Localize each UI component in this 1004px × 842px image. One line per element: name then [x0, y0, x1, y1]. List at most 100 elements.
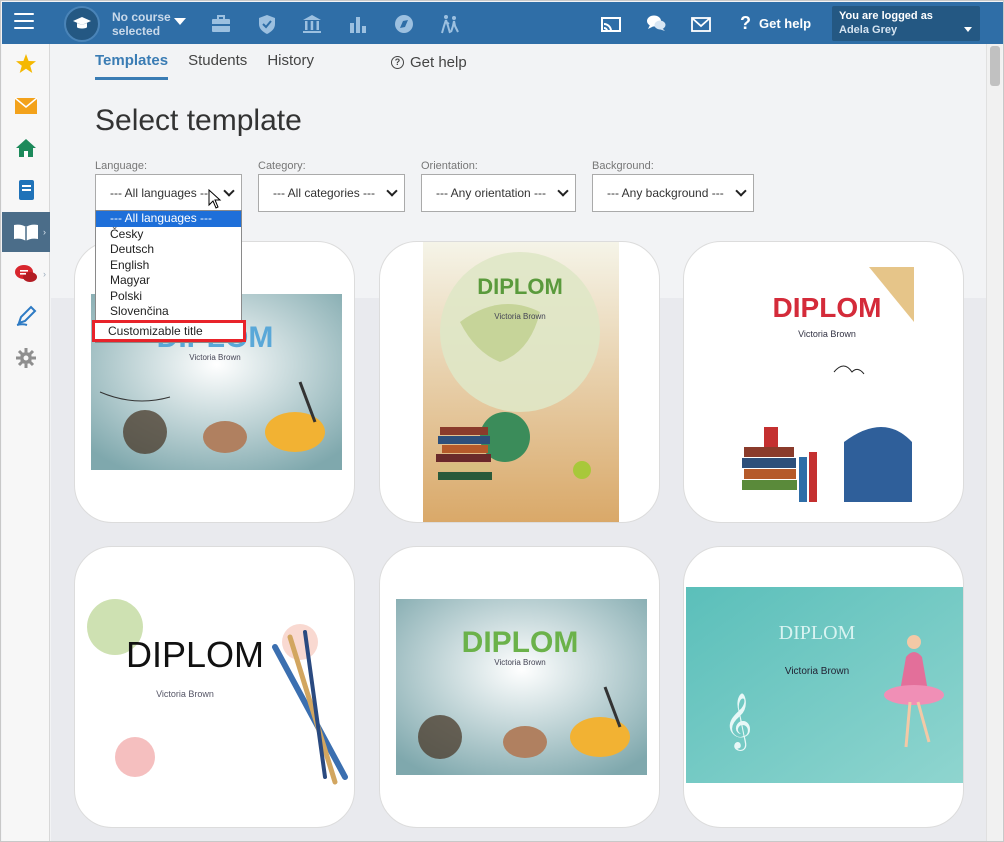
orientation-select-value: --- Any orientation --- — [436, 186, 547, 200]
scrollbar-thumb[interactable] — [990, 46, 1000, 86]
treble-clef-icon: 𝄞 — [724, 693, 752, 751]
sidebar-item-settings[interactable] — [2, 338, 50, 378]
tab-bar: Templates Students History — [95, 52, 334, 80]
sidebar-item-home[interactable] — [2, 128, 50, 168]
template-thumbnail-globe-books: DIPLOM Victoria Brown — [423, 242, 619, 522]
chat-bubbles-icon[interactable] — [645, 12, 667, 34]
language-select-value: --- All languages --- — [110, 186, 213, 200]
open-book-icon — [14, 224, 38, 241]
sidebar-item-pen[interactable] — [2, 296, 50, 336]
user-name: Adela Grey — [839, 24, 898, 36]
template-card[interactable]: DIPLOM Victoria Brown — [683, 241, 964, 523]
template-card[interactable]: DIPLOM Victoria Brown — [74, 546, 355, 828]
chevron-down-icon — [557, 185, 569, 197]
user-caption: You are logged as — [839, 10, 933, 22]
notebook-icon — [19, 180, 34, 200]
envelope-icon — [14, 97, 38, 114]
shield-icon[interactable] — [256, 13, 278, 35]
language-option[interactable]: Slovenčina — [96, 304, 241, 320]
chevron-down-icon — [223, 185, 235, 197]
left-sidebar: › › — [2, 44, 50, 841]
template-card[interactable]: DIPLOM Victoria Brown — [379, 241, 660, 523]
language-option[interactable]: Polski — [96, 289, 241, 305]
gear-icon — [16, 348, 36, 368]
app-window: No course selected ? Get help You are lo… — [0, 0, 1004, 842]
category-filter: Category: --- All categories --- — [258, 160, 405, 212]
diplom-title: DIPLOM — [477, 274, 563, 299]
main-content: Templates Students History ? Get help Se… — [51, 44, 988, 841]
get-help-link[interactable]: ? Get help — [391, 54, 467, 71]
recipient-name: Victoria Brown — [494, 312, 545, 321]
language-option[interactable]: --- All languages --- — [96, 211, 241, 227]
recipient-name: Victoria Brown — [785, 666, 849, 677]
language-label: Language: — [95, 160, 147, 172]
top-navigation-bar: No course selected ? Get help You are lo… — [2, 2, 1003, 44]
page-title: Select template — [95, 104, 302, 137]
bar-chart-icon[interactable] — [347, 13, 369, 35]
chevron-down-icon[interactable] — [964, 27, 972, 32]
children-walking-icon[interactable] — [439, 13, 461, 35]
diplom-title: DIPLOM — [126, 634, 264, 675]
language-option[interactable]: English — [96, 258, 241, 274]
chevron-right-icon: › — [43, 227, 46, 237]
vertical-scrollbar[interactable] — [986, 44, 1002, 841]
language-dropdown-list: --- All languages --- Česky Deutsch Engl… — [92, 210, 246, 343]
question-mark-icon: ? — [740, 13, 751, 33]
diplom-title: DIPLOM — [779, 622, 856, 644]
sidebar-item-favorites[interactable] — [2, 44, 50, 84]
chevron-down-icon — [735, 185, 747, 197]
cast-screen-icon[interactable] — [600, 14, 622, 36]
category-select-value: --- All categories --- — [273, 186, 376, 200]
language-option-customizable-title[interactable]: Customizable title — [92, 319, 246, 342]
orientation-filter: Orientation: --- Any orientation --- — [421, 160, 576, 212]
language-option[interactable]: Deutsch — [96, 242, 241, 258]
background-filter: Background: --- Any background --- — [592, 160, 754, 212]
institution-icon[interactable] — [301, 13, 323, 35]
language-option[interactable]: Magyar — [96, 273, 241, 289]
chevron-right-icon: › — [43, 269, 46, 279]
tab-templates[interactable]: Templates — [95, 52, 169, 80]
star-icon — [16, 54, 36, 73]
template-thumbnail-school-bag: DIPLOM Victoria Brown — [739, 260, 914, 505]
sidebar-item-messages[interactable] — [2, 86, 50, 126]
language-option[interactable]: Česky — [96, 227, 241, 243]
tab-history[interactable]: History — [267, 52, 314, 80]
recipient-name: Victoria Brown — [189, 353, 240, 362]
sidebar-item-chat[interactable]: › — [2, 254, 50, 294]
get-help-top-label: Get help — [759, 15, 812, 31]
chevron-down-icon — [386, 185, 398, 197]
recipient-name: Victoria Brown — [156, 689, 214, 699]
home-icon — [16, 139, 36, 157]
category-label: Category: — [258, 160, 306, 172]
graduation-cap-icon[interactable] — [64, 6, 100, 42]
template-card[interactable]: DIPLOM Victoria Brown 𝄞 — [683, 546, 964, 828]
orientation-select[interactable]: --- Any orientation --- — [421, 174, 576, 212]
tab-students[interactable]: Students — [188, 52, 247, 80]
sidebar-item-library[interactable]: › — [2, 212, 50, 252]
question-circle-icon: ? — [391, 56, 404, 69]
mouse-cursor-icon — [208, 189, 222, 209]
background-label: Background: — [592, 160, 654, 172]
orientation-label: Orientation: — [421, 160, 478, 172]
diplom-title: DIPLOM — [773, 292, 882, 323]
pen-icon — [16, 305, 37, 326]
template-thumbnail-paint-brushes: DIPLOM Victoria Brown — [77, 587, 354, 785]
template-card[interactable]: DIPLOM Victoria Brown — [379, 546, 660, 828]
briefcase-icon[interactable] — [210, 13, 232, 35]
diplom-title: DIPLOM — [462, 626, 579, 659]
background-select[interactable]: --- Any background --- — [592, 174, 754, 212]
course-selector[interactable]: No course selected — [112, 10, 172, 38]
chat-bubbles-icon — [15, 265, 37, 282]
compass-icon[interactable] — [393, 13, 415, 35]
get-help-top-button[interactable]: ? Get help — [740, 14, 811, 32]
category-select[interactable]: --- All categories --- — [258, 174, 405, 212]
template-thumbnail-music-theatre-2: DIPLOM Victoria Brown — [396, 599, 647, 775]
user-menu[interactable]: You are logged as Adela Grey — [832, 6, 980, 41]
chevron-down-icon[interactable] — [174, 18, 186, 25]
hamburger-menu-icon[interactable] — [14, 13, 34, 31]
envelope-icon[interactable] — [690, 14, 712, 36]
sidebar-item-notebook[interactable] — [2, 170, 50, 210]
get-help-label: Get help — [410, 54, 467, 71]
background-select-value: --- Any background --- — [607, 186, 724, 200]
template-thumbnail-ballet: DIPLOM Victoria Brown 𝄞 — [686, 587, 963, 783]
